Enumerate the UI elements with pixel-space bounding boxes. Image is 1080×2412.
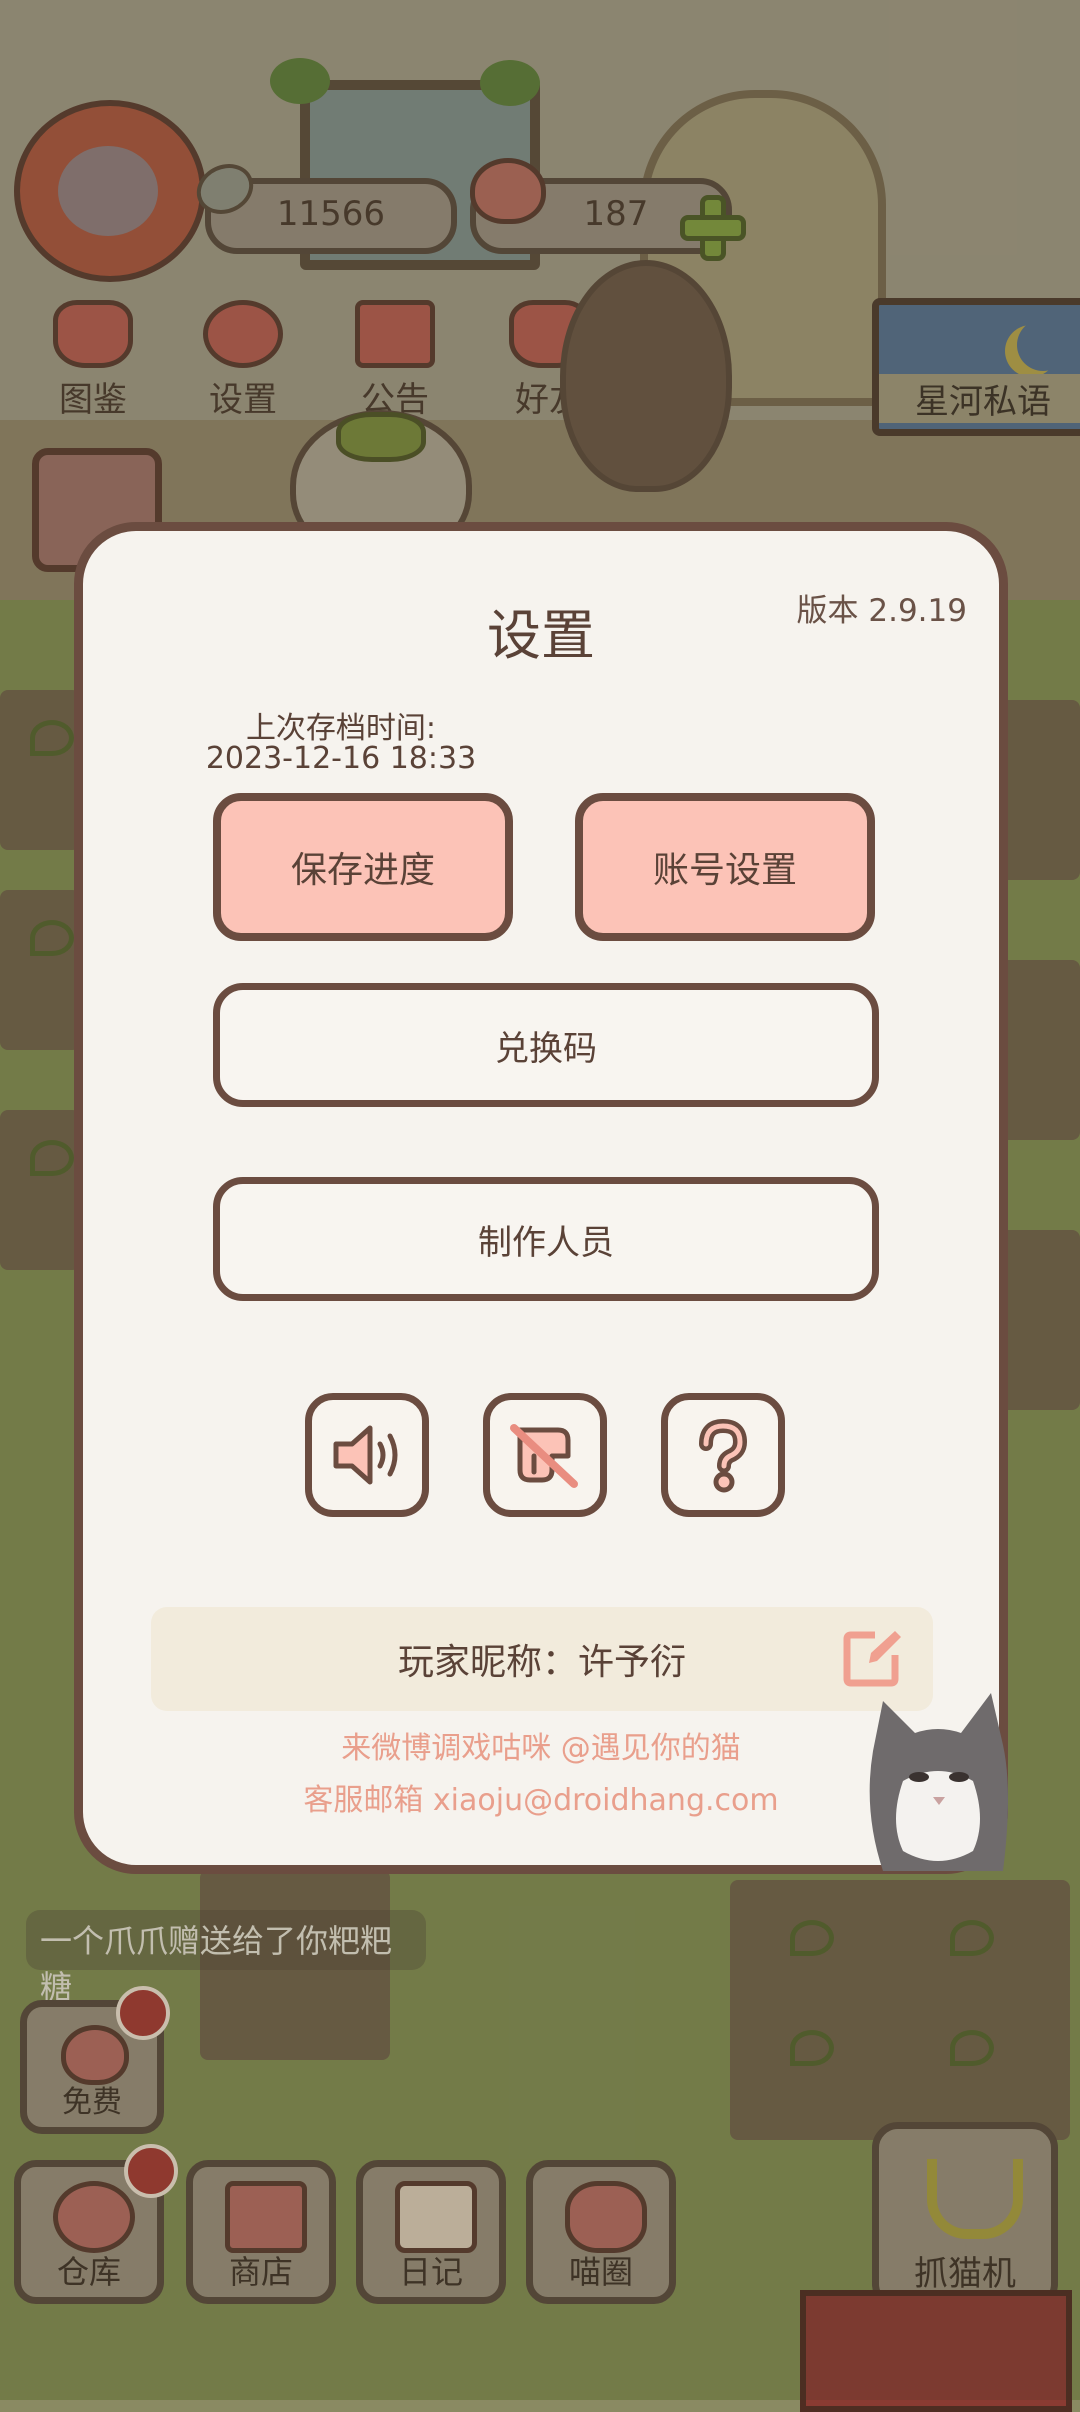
last-save-time: 2023-12-16 18:33 [205, 741, 477, 776]
settings-dialog: 设置 版本 2.9.19 上次存档时间: 2023-12-16 18:33 保存… [74, 522, 1008, 1874]
sound-on-icon [333, 1425, 398, 1485]
nickname-bar: 玩家昵称：许予衍 [151, 1607, 933, 1711]
version-label: 版本 2.9.19 [796, 593, 967, 629]
weibo-line[interactable]: 来微博调戏咕咪 @遇见你的猫 [83, 1723, 999, 1767]
support-email-line[interactable]: 客服邮箱 xiaoju@droidhang.com [83, 1775, 999, 1819]
credits-button[interactable]: 制作人员 [213, 1177, 879, 1301]
save-progress-button[interactable]: 保存进度 [213, 793, 513, 941]
help-icon [699, 1418, 748, 1493]
player-nickname: 玩家昵称：许予衍 [397, 1642, 686, 1683]
edit-icon[interactable] [841, 1625, 905, 1689]
music-off-icon [510, 1424, 578, 1488]
account-settings-button[interactable]: 账号设置 [575, 793, 875, 941]
music-toggle-button[interactable] [483, 1393, 607, 1517]
peeking-cat-photo [869, 1693, 1008, 1871]
sound-toggle-button[interactable] [305, 1393, 429, 1517]
help-button[interactable] [661, 1393, 785, 1517]
redeem-code-button[interactable]: 兑换码 [213, 983, 879, 1107]
